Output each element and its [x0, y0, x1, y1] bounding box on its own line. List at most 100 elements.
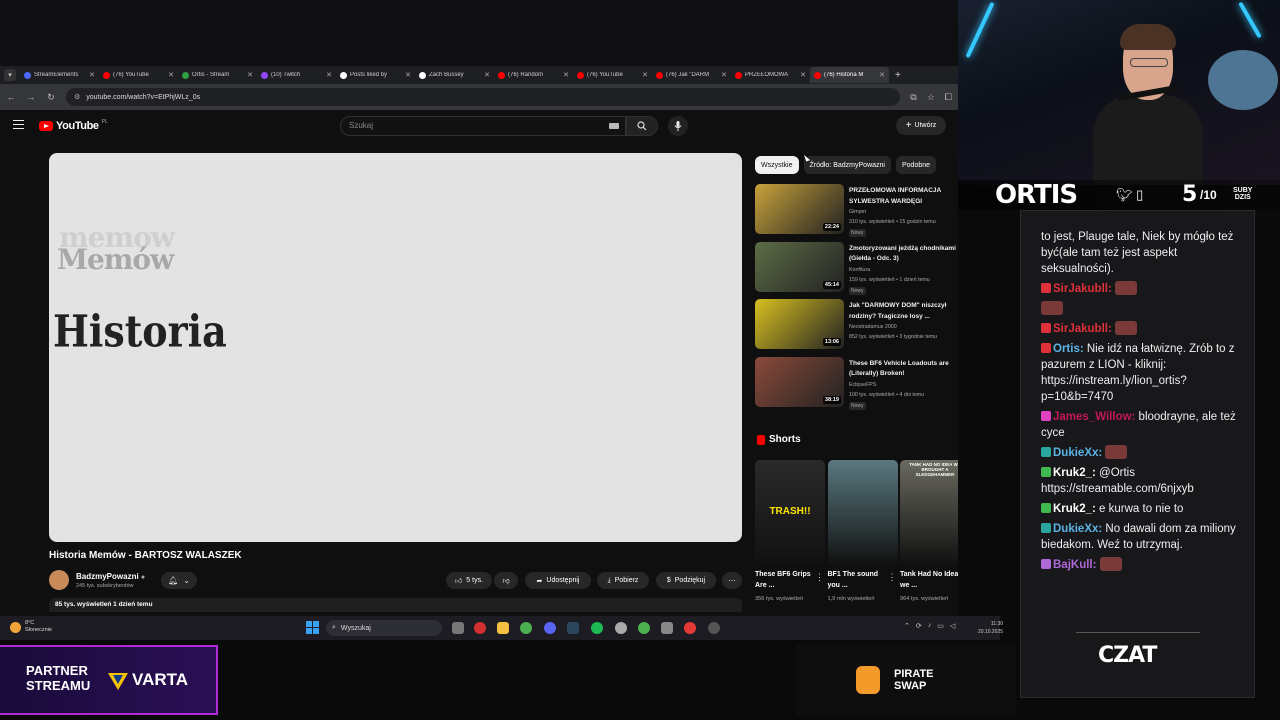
video-title[interactable]: PRZEŁOMOWA INFORMACJA SYLWESTRA WARDĘGI [849, 186, 958, 207]
video-channel[interactable]: Neostradamus 2000 [849, 324, 897, 330]
video-player[interactable]: memow Memów Historia [49, 153, 742, 542]
keyboard-icon[interactable] [609, 123, 619, 129]
close-icon[interactable]: ✕ [405, 71, 411, 79]
chat-username[interactable]: DukieXx: [1053, 447, 1102, 459]
cast-icon[interactable]: ⧉ [910, 92, 916, 103]
bookmark-star-icon[interactable]: ☆ [927, 92, 935, 103]
thanks-button[interactable]: $ Podziękuj [656, 572, 716, 589]
mic-icon[interactable]: ♪ [928, 622, 932, 630]
youtube-logo[interactable]: YouTube PL [39, 119, 108, 132]
volume-icon[interactable]: ◁ [950, 622, 955, 630]
video-channel[interactable]: EclipseFPS [849, 382, 876, 388]
close-icon[interactable]: ✕ [484, 71, 490, 79]
short-thumbnail[interactable] [827, 460, 898, 564]
browser-tab[interactable]: (76) YouTube ✕ [99, 67, 178, 83]
windows-start-icon[interactable] [306, 621, 319, 634]
search-input[interactable]: Szukaj [340, 116, 626, 136]
video-title[interactable]: Zmotoryzowani jeżdżą chodnikami (Giełda … [849, 244, 958, 265]
weather-widget[interactable]: 8°C Słonecznie [10, 620, 52, 634]
obs-icon[interactable] [708, 622, 720, 634]
short-thumbnail[interactable]: TANK HAD NO IDEA WE BROUGHT A SLEDGEHAMM… [900, 460, 958, 564]
channel-name[interactable]: BadzmyPowazni ● [76, 572, 145, 581]
chat-username[interactable]: SirJakubll: [1053, 283, 1112, 295]
video-channel[interactable]: Gimper [849, 209, 866, 215]
steam-icon[interactable] [567, 622, 579, 634]
video-thumbnail[interactable]: 22:24 [755, 184, 844, 234]
chat-username[interactable]: Kruk2_: [1053, 467, 1096, 479]
taskbar-search[interactable]: ⌕ Wyszukaj [326, 620, 442, 636]
short-title[interactable]: BF1 The sound you ... [828, 570, 888, 591]
more-options-icon[interactable]: ⋮ [815, 572, 824, 583]
recommended-video[interactable]: 45:14 Zmotoryzowani jeżdżą chodnikami (Gi… [755, 241, 958, 296]
discord-icon[interactable] [544, 622, 556, 634]
tab-search-icon[interactable]: ▾ [4, 69, 16, 81]
new-tab-button[interactable]: + [895, 70, 901, 81]
chat-username[interactable]: BajKull: [1053, 559, 1096, 571]
short-title[interactable]: These BF6 Grips Are ... [755, 570, 815, 591]
sync-icon[interactable]: ⟳ [916, 622, 922, 630]
tray-chevron-icon[interactable]: ⌃ [904, 622, 910, 630]
file-explorer-icon[interactable] [497, 622, 509, 634]
browser-tab[interactable]: Posts liked by ✕ [336, 67, 415, 83]
recommended-video[interactable]: 38:19 These BF6 Vehicle Loadouts are (Lit… [755, 356, 958, 411]
share-button[interactable]: ➦ Udostępnij [525, 572, 591, 589]
short-video[interactable]: BF1 The sound you ... 1,9 mln wyświetleń ⋮ [827, 460, 898, 620]
search-button[interactable] [626, 116, 658, 136]
close-icon[interactable]: ✕ [721, 71, 727, 79]
browser-tab[interactable]: (76) Jak "DARM ✕ [652, 67, 731, 83]
clock[interactable]: 11:30 20.10.2025 [978, 620, 1003, 636]
subscribed-bell-button[interactable]: 🔔︎ ⌄ [161, 572, 197, 589]
short-title[interactable]: Tank Had No Idea we ... [900, 570, 958, 591]
pin-icon[interactable] [684, 622, 696, 634]
short-thumbnail[interactable]: TRASH!! [755, 460, 825, 564]
video-thumbnail[interactable]: 13:06 [755, 299, 844, 349]
short-video[interactable]: TRASH!! These BF6 Grips Are ... 356 tys. w… [755, 460, 825, 620]
close-icon[interactable]: ✕ [247, 71, 253, 79]
video-thumbnail[interactable]: 45:14 [755, 241, 844, 292]
filter-chip[interactable]: Podobne [895, 156, 937, 174]
close-icon[interactable]: ✕ [642, 71, 648, 79]
chat-username[interactable]: DukieXx: [1053, 523, 1102, 535]
browser-tab[interactable]: (76) Historia M ✕ [810, 67, 889, 83]
monitor-icon[interactable]: ▭ [937, 622, 944, 630]
video-title[interactable]: Jak "DARMOWY DOM" niszczył rodziny? Trag… [849, 301, 958, 322]
browser-tab[interactable]: StreamElements ✕ [20, 67, 99, 83]
close-icon[interactable]: ✕ [800, 71, 806, 79]
chat-username[interactable]: James_Willow: [1053, 411, 1135, 423]
browser-tab[interactable]: Ortis - Stream ✕ [178, 67, 257, 83]
like-button[interactable]: 👍︎ 5 tys. [446, 572, 492, 589]
download-button[interactable]: ⤓ Pobierz [597, 572, 649, 589]
more-options-icon[interactable]: ⋮ [888, 572, 897, 583]
video-thumbnail[interactable]: 38:19 [755, 356, 844, 407]
filter-chip[interactable]: Wszystkie [755, 156, 799, 174]
chat-username[interactable]: Ortis: [1053, 343, 1084, 355]
forward-icon[interactable]: → [26, 92, 36, 102]
description-box[interactable]: 85 tys. wyświetleń 1 dzień temu [49, 598, 742, 612]
short-video[interactable]: TANK HAD NO IDEA WE BROUGHT A SLEDGEHAMM… [900, 460, 958, 620]
browser-tab[interactable]: (10) Twitch ✕ [257, 67, 336, 83]
voice-search-button[interactable] [668, 116, 688, 136]
filter-chip[interactable]: Źródło: BadzmyPowazni [803, 156, 891, 174]
video-channel[interactable]: Konfitura [849, 267, 870, 273]
browser-tab[interactable]: (76) YouTube ✕ [573, 67, 652, 83]
browser-tab[interactable]: (76) Random ✕ [494, 67, 573, 83]
chrome-icon[interactable] [520, 622, 532, 634]
back-icon[interactable]: ← [6, 92, 16, 102]
task-view-icon[interactable] [452, 622, 464, 634]
close-icon[interactable]: ✕ [89, 71, 95, 79]
create-button[interactable]: + Utwórz [896, 116, 946, 135]
browser-tab[interactable]: Zach Bussey ✕ [415, 67, 494, 83]
close-icon[interactable]: ✕ [168, 71, 174, 79]
close-icon[interactable]: ✕ [326, 71, 332, 79]
spotify-icon[interactable] [591, 622, 603, 634]
opera-icon[interactable] [474, 622, 486, 634]
chrome-active-icon[interactable] [638, 622, 650, 634]
recommended-video[interactable]: 13:06 Jak "DARMOWY DOM" niszczył rodziny?… [755, 299, 958, 353]
close-icon[interactable]: ✕ [879, 71, 885, 79]
close-icon[interactable]: ✕ [563, 71, 569, 79]
more-actions-button[interactable]: ⋯ [722, 572, 742, 589]
dislike-button[interactable]: 👎︎ [494, 572, 518, 589]
video-title[interactable]: These BF6 Vehicle Loadouts are (Literall… [849, 359, 958, 380]
browser-tab[interactable]: PRZEŁOMOWA ✕ [731, 67, 810, 83]
chat-username[interactable]: SirJakubll: [1053, 323, 1112, 335]
